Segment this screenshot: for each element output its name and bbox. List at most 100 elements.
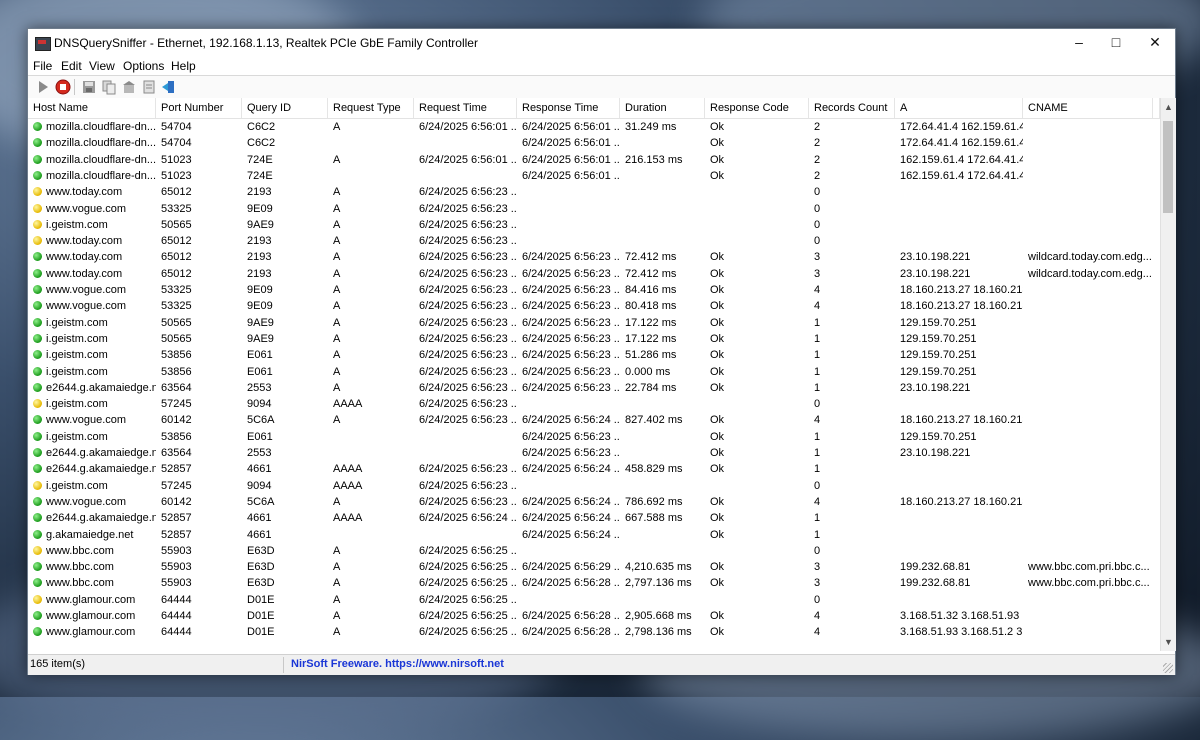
cell-duration: 17.122 ms [620, 315, 705, 331]
close-button[interactable]: ✕ [1136, 29, 1174, 57]
save-icon[interactable] [81, 79, 97, 95]
cell-request-time [414, 445, 517, 461]
cell-text: 1 [814, 512, 821, 525]
table-row[interactable]: g.akamaiedge.net 52857 4661 6/24/2025 6:56:… [28, 527, 1160, 543]
scroll-down-icon[interactable]: ▼ [1161, 635, 1176, 649]
cell-text: 65012 [161, 186, 192, 199]
cell-host-name: www.vogue.com [28, 412, 156, 428]
table-row[interactable]: e2644.g.akamaiedge.n... 52857 4661 AAAA 6/24… [28, 510, 1160, 526]
cell-text: www.vogue.com [46, 495, 127, 508]
cell-cname [1023, 608, 1153, 624]
table-row[interactable]: www.glamour.com 64444 D01E A 6/24/2025 6:56:… [28, 608, 1160, 624]
column-header-request-time[interactable]: Request Time [414, 98, 517, 118]
cell-text: www.bbc.com [46, 544, 114, 557]
table-row[interactable]: mozilla.cloudflare-dn... 51023 724E A 6/24/2… [28, 152, 1160, 168]
cell-text: 6/24/2025 6:56:23 ... [419, 495, 517, 508]
table-row[interactable]: i.geistm.com 53856 E061 6/24/2025 6:56:23 .… [28, 429, 1160, 445]
stop-icon[interactable] [55, 79, 71, 95]
table-row[interactable]: www.today.com 65012 2193 A 6/24/2025 6:56:23… [28, 233, 1160, 249]
table-row[interactable]: www.bbc.com 55903 E63D A 6/24/2025 6:56:25 .… [28, 559, 1160, 575]
table-row[interactable]: e2644.g.akamaiedge.n... 63564 2553 A 6/24/20… [28, 380, 1160, 396]
table-row[interactable]: mozilla.cloudflare-dn... 54704 C6C2 6/24/20… [28, 135, 1160, 151]
cell-text: 827.402 ms [625, 414, 683, 427]
scroll-thumb[interactable] [1163, 121, 1173, 213]
cell-query-id: 5C6A [242, 412, 328, 428]
column-header-query-id[interactable]: Query ID [242, 98, 328, 118]
column-header-duration[interactable]: Duration [620, 98, 705, 118]
cell-text: A [333, 577, 341, 590]
cell-response-time: 6/24/2025 6:56:23 ... [517, 298, 620, 314]
cell-text: 65012 [161, 235, 192, 248]
table-row[interactable]: www.bbc.com 55903 E63D A 6/24/2025 6:56:25 .… [28, 543, 1160, 559]
table-row[interactable]: www.glamour.com 64444 D01E A 6/24/2025 6:56:… [28, 592, 1160, 608]
cell-text: 129.159.70.251 [900, 430, 977, 443]
table-row[interactable]: i.geistm.com 50565 9AE9 A 6/24/2025 6:56:23 … [28, 315, 1160, 331]
table-row[interactable]: i.geistm.com 53856 E061 A 6/24/2025 6:56:23 … [28, 347, 1160, 363]
table-row[interactable]: e2644.g.akamaiedge.n... 52857 4661 AAAA 6/24… [28, 461, 1160, 477]
resize-grip[interactable] [1163, 663, 1173, 673]
table-row[interactable]: i.geistm.com 53856 E061 A 6/24/2025 6:56:23 … [28, 364, 1160, 380]
menu-view[interactable]: View [89, 59, 115, 73]
cell-text: 4661 [247, 463, 272, 476]
cell-text: 2 [814, 169, 821, 182]
cell-a-record: 129.159.70.251 [895, 315, 1023, 331]
table-row[interactable]: www.vogue.com 60142 5C6A A 6/24/2025 6:56:23… [28, 494, 1160, 510]
status-bar: 165 item(s) NirSoft Freeware. https://ww… [28, 654, 1175, 675]
column-header-response-time[interactable]: Response Time [517, 98, 620, 118]
vertical-scrollbar[interactable]: ▲ ▼ [1160, 98, 1176, 651]
column-header-a-record[interactable]: A [895, 98, 1023, 118]
cell-text: Ok [710, 512, 725, 525]
cell-a-record: 3.168.51.32 3.168.51.93 ... [895, 608, 1023, 624]
cell-response-code [705, 396, 809, 412]
table-row[interactable]: www.today.com 65012 2193 A 6/24/2025 6:56:23… [28, 184, 1160, 200]
cell-response-time: 6/24/2025 6:56:24 ... [517, 527, 620, 543]
play-icon[interactable] [35, 79, 51, 95]
cell-text: A [333, 381, 341, 394]
table-row[interactable]: www.today.com 65012 2193 A 6/24/2025 6:56:23… [28, 266, 1160, 282]
cell-records-count: 4 [809, 608, 895, 624]
table-row[interactable]: www.vogue.com 53325 9E09 A 6/24/2025 6:56:23… [28, 201, 1160, 217]
table-row[interactable]: mozilla.cloudflare-dn... 54704 C6C2 A 6/24/2… [28, 119, 1160, 135]
cell-text: 1 [814, 447, 821, 459]
table-row[interactable]: www.bbc.com 55903 E63D A 6/24/2025 6:56:25 .… [28, 575, 1160, 591]
title-bar[interactable]: DNSQuerySniffer - Ethernet, 192.168.1.13… [28, 29, 1175, 57]
cell-cname [1023, 380, 1153, 396]
column-header-host-name[interactable]: Host Name [28, 98, 156, 118]
column-header-response-code[interactable]: Response Code [705, 98, 809, 118]
cell-query-id: 4661 [242, 527, 328, 543]
properties-icon[interactable] [141, 79, 157, 95]
menu-file[interactable]: File [33, 59, 52, 73]
table-row[interactable]: i.geistm.com 50565 9AE9 A 6/24/2025 6:56:23 … [28, 217, 1160, 233]
menu-options[interactable]: Options [123, 59, 164, 73]
table-row[interactable]: www.vogue.com 53325 9E09 A 6/24/2025 6:56:23… [28, 282, 1160, 298]
cell-response-code [705, 233, 809, 249]
cell-text: A [333, 495, 341, 508]
cell-duration: 216.153 ms [620, 152, 705, 168]
html-report-icon[interactable] [121, 79, 137, 95]
table-row[interactable]: mozilla.cloudflare-dn... 51023 724E 6/24/20… [28, 168, 1160, 184]
table-row[interactable]: i.geistm.com 50565 9AE9 A 6/24/2025 6:56:23 … [28, 331, 1160, 347]
column-header-overflow[interactable] [1153, 98, 1160, 118]
table-row[interactable]: i.geistm.com 57245 9094 AAAA 6/24/2025 6:56:… [28, 478, 1160, 494]
table-row[interactable]: i.geistm.com 57245 9094 AAAA 6/24/2025 6:56:… [28, 396, 1160, 412]
minimize-button[interactable]: – [1060, 29, 1098, 57]
nirsoft-link[interactable]: NirSoft Freeware. https://www.nirsoft.ne… [291, 658, 504, 670]
table-row[interactable]: www.vogue.com 53325 9E09 A 6/24/2025 6:56:23… [28, 298, 1160, 314]
cell-text: A [333, 300, 341, 313]
table-row[interactable]: www.today.com 65012 2193 A 6/24/2025 6:56:23… [28, 249, 1160, 265]
column-header-port-number[interactable]: Port Number [156, 98, 242, 118]
maximize-button[interactable]: □ [1097, 29, 1135, 57]
cell-text: 3 [814, 577, 821, 590]
column-header-cname[interactable]: CNAME [1023, 98, 1153, 118]
menu-help[interactable]: Help [171, 59, 196, 73]
cell-text: 2 [814, 121, 821, 133]
copy-icon[interactable] [101, 79, 117, 95]
column-header-records-count[interactable]: Records Count [809, 98, 895, 118]
scroll-up-icon[interactable]: ▲ [1161, 100, 1176, 114]
exit-icon[interactable] [161, 79, 177, 95]
table-row[interactable]: www.glamour.com 64444 D01E A 6/24/2025 6:56:… [28, 624, 1160, 640]
column-header-request-type[interactable]: Request Type [328, 98, 414, 118]
menu-edit[interactable]: Edit [61, 59, 82, 73]
table-row[interactable]: e2644.g.akamaiedge.n... 63564 2553 6/24/202… [28, 445, 1160, 461]
table-row[interactable]: www.vogue.com 60142 5C6A A 6/24/2025 6:56:23… [28, 412, 1160, 428]
